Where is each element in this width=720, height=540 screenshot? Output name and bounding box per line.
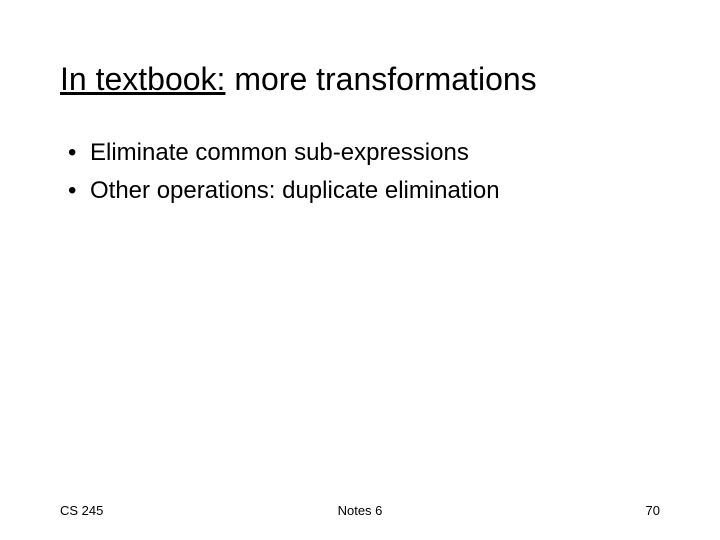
slide-footer: CS 245 Notes 6 70 <box>60 503 660 518</box>
list-item: Other operations: duplicate elimination <box>68 172 660 209</box>
list-item: Eliminate common sub-expressions <box>68 134 660 171</box>
footer-right: 70 <box>646 503 660 518</box>
slide-title: In textbook: more transformations <box>60 60 660 98</box>
bullet-list: Eliminate common sub-expressions Other o… <box>60 134 660 208</box>
slide: In textbook: more transformations Elimin… <box>0 0 720 540</box>
title-rest: more transformations <box>225 61 536 97</box>
footer-left: CS 245 <box>60 503 103 518</box>
title-underlined: In textbook: <box>60 61 225 97</box>
footer-center: Notes 6 <box>338 503 383 518</box>
